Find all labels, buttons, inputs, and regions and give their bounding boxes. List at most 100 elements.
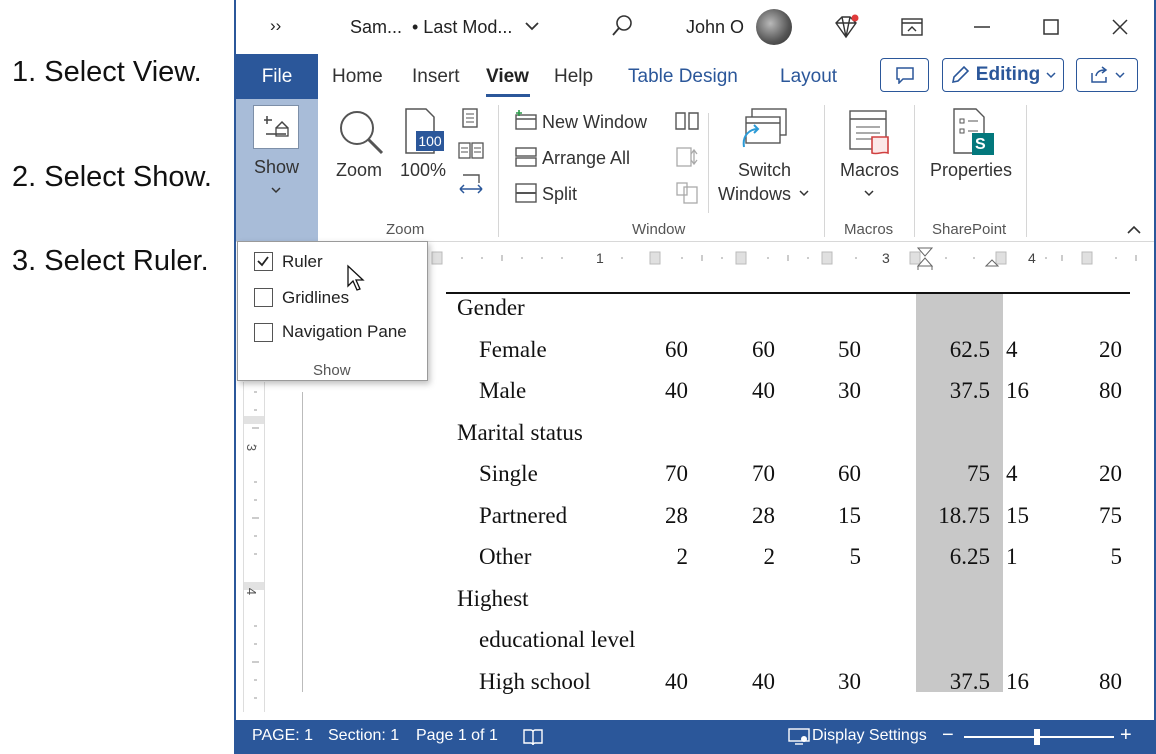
table-cell: 20 xyxy=(1099,336,1122,362)
close-icon[interactable] xyxy=(1110,17,1130,37)
status-bar: PAGE: 1 Section: 1 Page 1 of 1 Display S… xyxy=(236,720,1154,752)
table-cell: 5 xyxy=(1110,544,1123,569)
table-row-label: Gender xyxy=(457,295,525,320)
table-cell: 50 xyxy=(838,336,861,362)
table-cell: 16 xyxy=(1006,668,1029,694)
new-window-icon xyxy=(515,110,537,130)
status-page[interactable]: PAGE: 1 xyxy=(252,727,313,745)
table-cell: 1 xyxy=(1006,544,1018,569)
hruler-label-1: 1 xyxy=(596,250,604,266)
view-side-by-side-icon[interactable] xyxy=(674,111,700,131)
user-name[interactable]: John O xyxy=(686,17,744,38)
zoom-button[interactable]: Zoom xyxy=(336,160,382,181)
table-cell: 18.75 xyxy=(938,502,990,528)
table-cell: 6.25 xyxy=(949,544,990,569)
chevron-down-icon[interactable] xyxy=(524,20,540,32)
zoom-magnifier-icon[interactable] xyxy=(336,107,386,157)
proofing-book-icon[interactable] xyxy=(522,727,544,747)
collapse-ribbon-icon[interactable] xyxy=(1126,223,1142,235)
table-cell: 2 xyxy=(763,544,776,569)
zoom-slider-thumb[interactable] xyxy=(1034,729,1040,745)
ribbon-tabs: File Home Insert View Help Table Design … xyxy=(236,54,1154,99)
chevron-down-icon[interactable] xyxy=(799,189,809,197)
reset-window-icon[interactable] xyxy=(674,181,700,205)
tab-table-design[interactable]: Table Design xyxy=(628,66,738,88)
maximize-icon[interactable] xyxy=(1042,18,1060,36)
properties-button[interactable]: Properties xyxy=(930,160,1012,181)
table-top-rule xyxy=(446,292,1130,294)
macros-button[interactable]: Macros xyxy=(840,160,899,181)
horizontal-ruler-ticks xyxy=(431,247,1137,273)
table-cell: 15 xyxy=(1006,502,1029,528)
tab-layout[interactable]: Layout xyxy=(780,66,837,88)
table-row-label: Other xyxy=(479,544,532,569)
diamond-icon[interactable] xyxy=(832,14,860,40)
instruction-step-2: 2. Select Show. xyxy=(12,161,212,193)
gridlines-option[interactable]: Gridlines xyxy=(282,288,349,308)
table-cell: 40 xyxy=(752,378,775,403)
avatar[interactable] xyxy=(756,9,792,45)
last-modified[interactable]: • Last Mod... xyxy=(412,17,512,38)
group-window-label: Window xyxy=(632,221,686,238)
vruler-label-3: 3 xyxy=(244,443,260,452)
status-page-count[interactable]: Page 1 of 1 xyxy=(416,727,498,745)
table-cell: 75 xyxy=(967,461,990,486)
windows-label[interactable]: Windows xyxy=(718,184,791,205)
page-width-icon[interactable] xyxy=(458,173,484,197)
navigation-pane-checkbox[interactable] xyxy=(254,323,273,342)
minimize-icon[interactable] xyxy=(972,26,992,30)
tab-home[interactable]: Home xyxy=(332,66,383,88)
show-button[interactable]: Show xyxy=(236,99,318,241)
table-cell: 70 xyxy=(752,461,775,486)
ruler-checkbox[interactable] xyxy=(254,252,273,271)
table-cell: 80 xyxy=(1099,668,1122,694)
arrange-all-button[interactable]: Arrange All xyxy=(542,148,630,169)
new-window-button[interactable]: New Window xyxy=(542,112,647,133)
share-button[interactable] xyxy=(1076,58,1138,92)
tab-file[interactable]: File xyxy=(236,54,318,99)
gridlines-checkbox[interactable] xyxy=(254,288,273,307)
table-cell: 5 xyxy=(849,544,862,569)
switch-label[interactable]: Switch xyxy=(738,160,791,181)
group-separator xyxy=(1026,105,1027,237)
group-separator xyxy=(498,105,499,237)
document-name[interactable]: Sam... xyxy=(350,17,402,38)
table-cell: 15 xyxy=(838,502,861,528)
tab-help[interactable]: Help xyxy=(554,66,593,88)
ribbon-display-icon[interactable] xyxy=(900,16,924,38)
overflow-chevron-icon[interactable]: ›› xyxy=(270,16,281,36)
multiple-pages-icon[interactable] xyxy=(458,141,484,161)
table-cell: 4 xyxy=(1006,336,1018,362)
search-icon[interactable] xyxy=(610,14,634,38)
chevron-down-icon[interactable] xyxy=(864,189,874,197)
checkmark-icon xyxy=(257,256,269,267)
status-section[interactable]: Section: 1 xyxy=(328,727,399,745)
table-cell: 28 xyxy=(752,502,775,528)
tab-insert[interactable]: Insert xyxy=(412,66,460,88)
zoom-out-button[interactable]: − xyxy=(942,724,954,747)
display-settings-button[interactable]: Display Settings xyxy=(812,727,927,745)
vruler-label-4: 4 xyxy=(244,587,260,596)
table-row-label: Partnered xyxy=(479,502,568,528)
zoom-100-button[interactable]: 100% xyxy=(400,160,446,181)
ruler-option[interactable]: Ruler xyxy=(282,252,323,272)
navigation-pane-option[interactable]: Navigation Pane xyxy=(282,322,407,342)
display-settings-icon[interactable] xyxy=(788,728,810,746)
table-cell: 16 xyxy=(1006,378,1029,403)
tab-view[interactable]: View xyxy=(486,66,529,88)
arrange-all-icon xyxy=(515,147,537,167)
split-icon xyxy=(515,183,537,203)
one-page-icon[interactable] xyxy=(460,107,480,129)
title-bar: ›› Sam... • Last Mod... John O xyxy=(236,0,1154,54)
horizontal-ruler[interactable]: 1 3 4 xyxy=(426,246,1154,273)
editing-mode-button[interactable]: Editing xyxy=(942,58,1064,92)
sync-scroll-icon[interactable] xyxy=(674,145,700,169)
table-row-label: Marital status xyxy=(457,419,583,445)
comments-button[interactable] xyxy=(880,58,929,92)
mouse-cursor-icon xyxy=(347,264,365,291)
split-button[interactable]: Split xyxy=(542,184,577,205)
pencil-icon xyxy=(951,65,969,84)
zoom-in-button[interactable]: + xyxy=(1120,724,1132,747)
table-cell: 60 xyxy=(838,461,861,486)
properties-icon xyxy=(953,108,994,155)
